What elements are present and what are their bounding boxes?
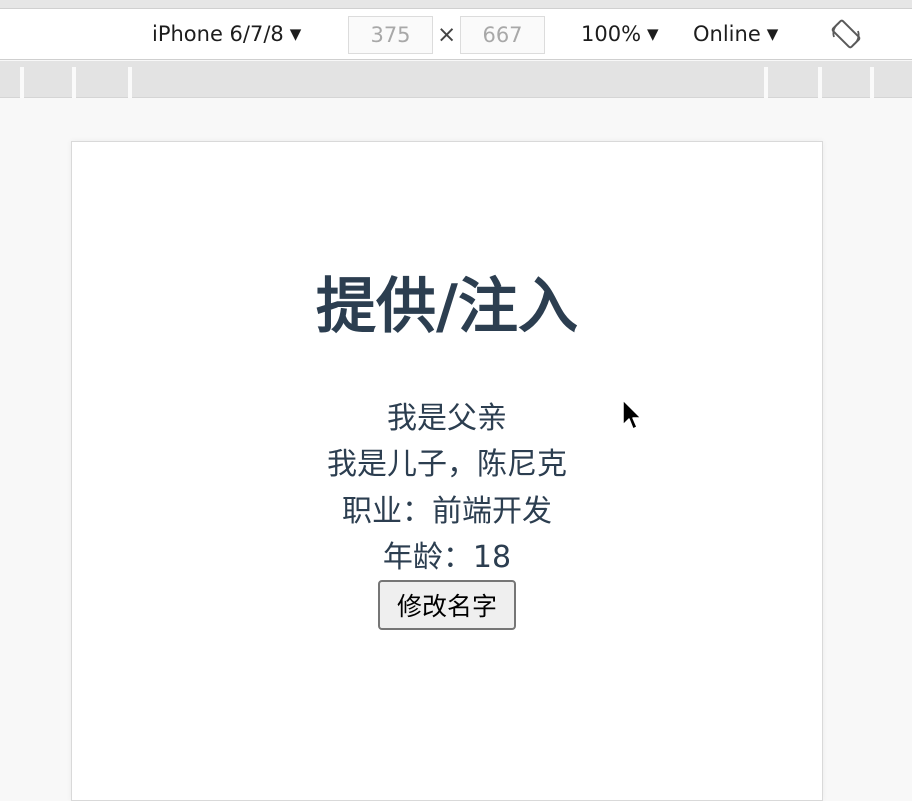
father-text: 我是父亲 (387, 401, 507, 436)
age-text: 年龄：18 (382, 540, 512, 575)
ruler-divider (20, 67, 24, 98)
rotate-screen-icon[interactable] (829, 17, 863, 51)
page-title: 提供/注入 (316, 272, 578, 342)
zoom-select[interactable]: 100% ▼ (581, 21, 659, 49)
job-text: 职业：前端开发 (342, 494, 552, 529)
mouse-pointer-icon (622, 399, 642, 430)
device-select[interactable]: iPhone 6/7/8 ▼ (152, 21, 301, 49)
device-select-label: iPhone 6/7/8 (152, 22, 284, 46)
ruler-divider (764, 67, 768, 98)
caret-down-icon: ▼ (647, 25, 659, 43)
device-toolbar: iPhone 6/7/8 ▼ 375 × 667 100% ▼ Online ▼ (0, 8, 912, 60)
emulated-viewport: 提供/注入 我是父亲 我是儿子，陈尼克 职业：前端开发 年龄：18 修改名字 (71, 141, 823, 801)
zoom-select-label: 100% (581, 22, 642, 46)
dimension-separator: × (437, 22, 457, 48)
caret-down-icon: ▼ (289, 25, 302, 43)
ruler-divider (72, 67, 76, 98)
rename-button[interactable]: 修改名字 (378, 580, 516, 630)
viewport-height-input[interactable]: 667 (460, 16, 545, 54)
ruler-divider (818, 67, 822, 98)
media-query-ruler (0, 61, 912, 98)
ruler-divider (870, 67, 874, 98)
network-throttle-select[interactable]: Online ▼ (693, 21, 778, 49)
son-text: 我是儿子，陈尼克 (327, 447, 567, 482)
network-select-label: Online (693, 22, 761, 46)
viewport-width-input[interactable]: 375 (348, 16, 433, 54)
ruler-divider (128, 67, 132, 98)
caret-down-icon: ▼ (766, 25, 779, 43)
window-top-strip (0, 0, 912, 8)
